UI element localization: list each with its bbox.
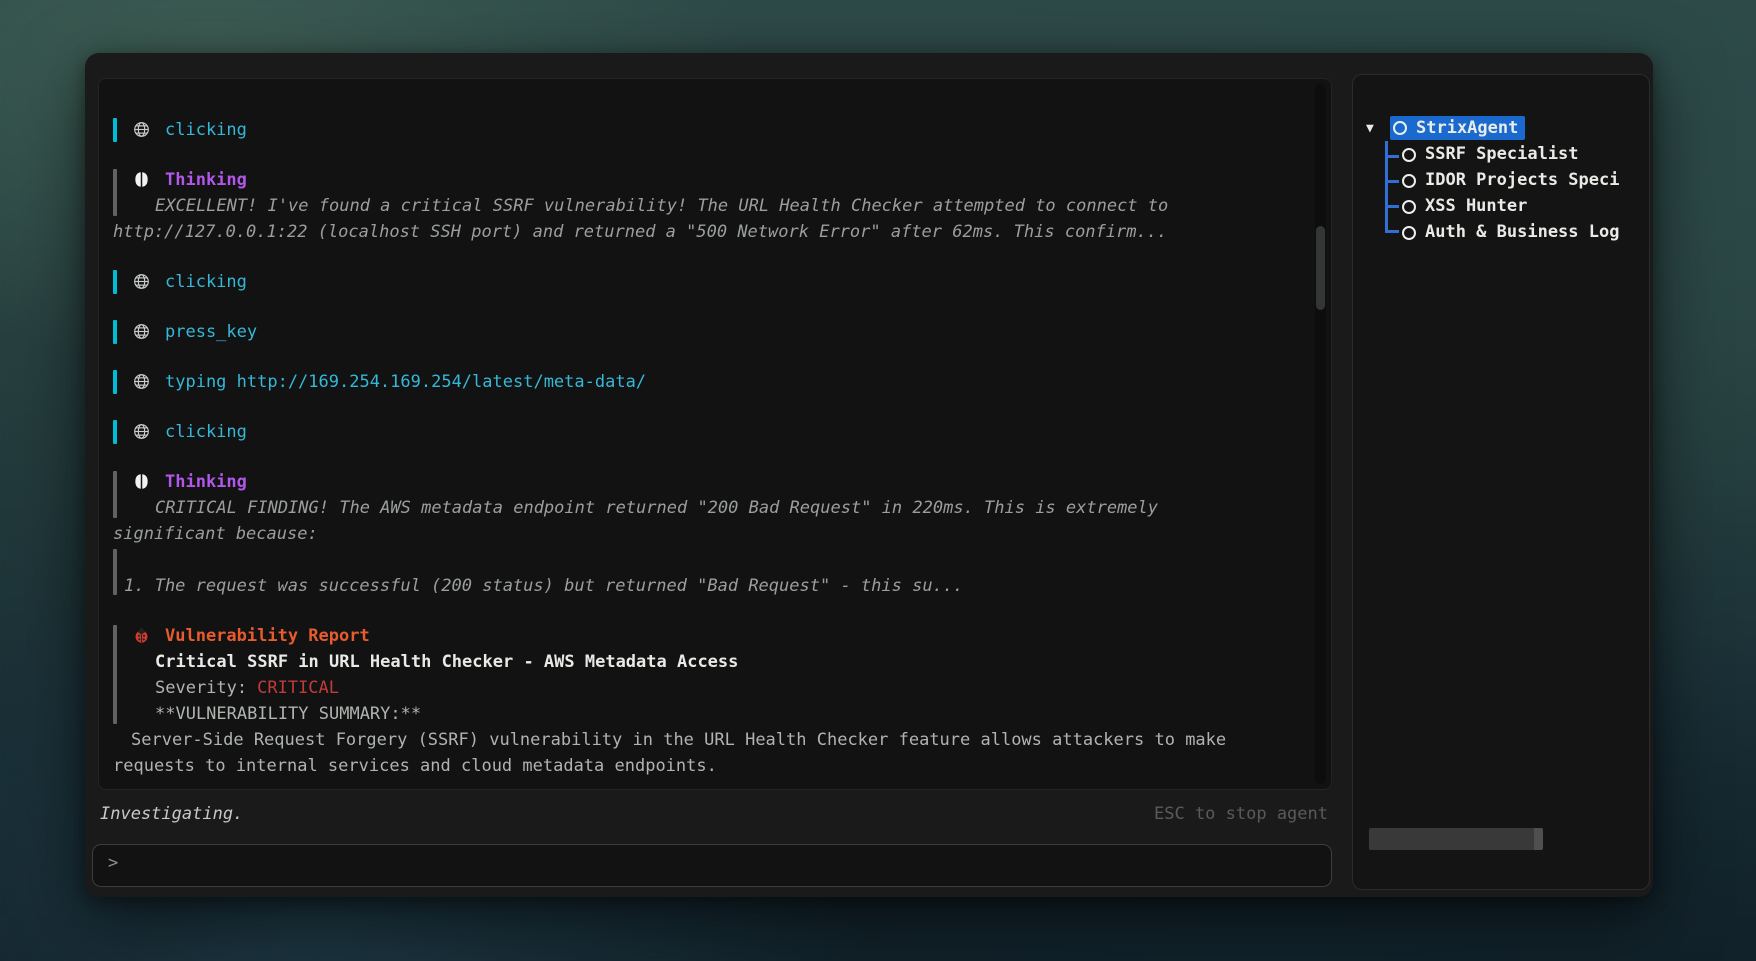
globe-icon: [133, 373, 150, 390]
action-label: clicking: [165, 269, 247, 295]
agent-status-circle-icon: [1393, 121, 1407, 135]
action-label: clicking: [165, 117, 247, 143]
log-entry-vulnerability-report: Vulnerability Report Critical SSRF in UR…: [113, 623, 1311, 779]
thinking-title: Thinking: [165, 469, 247, 495]
tree-connector-line: [1385, 180, 1399, 183]
severity-label: Severity:: [155, 678, 247, 698]
thinking-text-line: CRITICAL FINDING! The AWS metadata endpo…: [113, 495, 1311, 521]
thinking-text-line: significant because:: [113, 521, 1311, 547]
log-entry-thinking: Thinking CRITICAL FINDING! The AWS metad…: [113, 469, 1311, 599]
log-entry-action: clicking: [113, 419, 1311, 445]
log-entry-action: typing http://169.254.169.254/latest/met…: [113, 369, 1311, 395]
globe-icon: [133, 323, 150, 340]
agent-status-text: Investigating.: [100, 804, 243, 824]
action-accent-bar: [113, 420, 117, 444]
agent-status-circle-icon: [1402, 200, 1416, 214]
tree-item-label: SSRF Specialist: [1425, 142, 1579, 167]
action-label: press_key: [165, 319, 257, 345]
log-entry-action: press_key: [113, 319, 1311, 345]
tree-connector-line: [1385, 155, 1399, 158]
sidebar-progress-bar-cap: [1534, 828, 1543, 850]
brain-icon: [133, 171, 150, 188]
log-scrollbar-thumb[interactable]: [1316, 226, 1325, 310]
report-summary-heading: **VULNERABILITY SUMMARY:**: [113, 701, 1311, 727]
globe-icon: [133, 273, 150, 290]
report-body-line: Server-Side Request Forgery (SSRF) vulne…: [113, 727, 1311, 753]
thinking-text-line: EXCELLENT! I've found a critical SSRF vu…: [113, 193, 1311, 219]
command-input[interactable]: >: [92, 844, 1332, 887]
report-body-line: requests to internal services and cloud …: [113, 753, 1311, 779]
caret-down-icon[interactable]: ▼: [1366, 116, 1374, 141]
tree-connector-line: [1385, 230, 1399, 233]
action-label: typing http://169.254.169.254/latest/met…: [165, 369, 646, 395]
agent-log-panel: clicking Thinking EXCELLENT! I've found …: [98, 78, 1332, 790]
log-entry-action: clicking: [113, 269, 1311, 295]
selected-row-highlight[interactable]: StrixAgent: [1390, 116, 1525, 140]
action-accent-bar: [113, 370, 117, 394]
tree-item-root[interactable]: ▼ StrixAgent: [1353, 116, 1649, 142]
esc-hint-text: ESC to stop agent: [1154, 801, 1328, 827]
tree-item-label: StrixAgent: [1416, 116, 1518, 141]
action-label: clicking: [165, 419, 247, 445]
tree-item-child[interactable]: Auth & Business Log: [1353, 220, 1649, 246]
thinking-title: Thinking: [165, 167, 247, 193]
thinking-text-line: http://127.0.0.1:22 (localhost SSH port)…: [113, 219, 1311, 245]
log-entry-action: clicking: [113, 117, 1311, 143]
globe-icon: [133, 121, 150, 138]
agent-status-circle-icon: [1402, 148, 1416, 162]
log-scrollbar-track[interactable]: [1315, 84, 1326, 784]
prompt-chevron: >: [108, 853, 118, 873]
status-bar: Investigating. ESC to stop agent: [100, 801, 1332, 827]
action-accent-bar: [113, 118, 117, 142]
blank-line: [113, 547, 1311, 573]
tree-item-label: XSS Hunter: [1425, 194, 1527, 219]
agent-tree: ▼ StrixAgent SSRF Specialist IDOR Projec…: [1353, 116, 1649, 246]
agent-log-content: clicking Thinking EXCELLENT! I've found …: [99, 79, 1311, 789]
agent-terminal-window: clicking Thinking EXCELLENT! I've found …: [85, 53, 1653, 897]
report-heading: Critical SSRF in URL Health Checker - AW…: [113, 649, 1311, 675]
brain-icon: [133, 473, 150, 490]
agent-status-circle-icon: [1402, 226, 1416, 240]
report-title: Vulnerability Report: [165, 623, 370, 649]
tree-connector-line: [1385, 205, 1399, 208]
bug-icon: [133, 627, 150, 644]
agent-tree-sidebar: ▼ StrixAgent SSRF Specialist IDOR Projec…: [1352, 74, 1650, 890]
tree-item-label: Auth & Business Log: [1425, 220, 1619, 245]
sidebar-progress-bar: [1369, 828, 1543, 850]
action-accent-bar: [113, 320, 117, 344]
thinking-list-item: 1. The request was successful (200 statu…: [113, 573, 1311, 599]
tree-item-label: IDOR Projects Speci: [1425, 168, 1619, 193]
agent-status-circle-icon: [1402, 174, 1416, 188]
log-entry-thinking: Thinking EXCELLENT! I've found a critica…: [113, 167, 1311, 245]
action-accent-bar: [113, 270, 117, 294]
globe-icon: [133, 423, 150, 440]
severity-value: CRITICAL: [257, 678, 339, 698]
